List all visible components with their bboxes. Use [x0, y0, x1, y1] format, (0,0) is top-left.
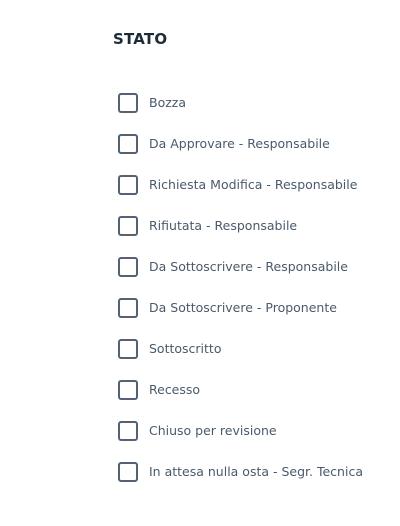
option-label: Recesso — [149, 382, 201, 397]
status-option-da-sottoscrivere-proponente[interactable]: Da Sottoscrivere - Proponente — [118, 287, 363, 328]
status-option-in-attesa-nulla-osta[interactable]: In attesa nulla osta - Segr. Tecnica — [118, 451, 363, 492]
status-option-chiuso-per-revisione[interactable]: Chiuso per revisione — [118, 410, 363, 451]
option-label: Richiesta Modifica - Responsabile — [149, 177, 358, 192]
option-label: Bozza — [149, 95, 187, 110]
status-option-da-approvare-responsabile[interactable]: Da Approvare - Responsabile — [118, 123, 363, 164]
checkbox[interactable] — [118, 461, 138, 482]
checkbox[interactable] — [118, 338, 138, 359]
option-label: Da Sottoscrivere - Proponente — [149, 300, 337, 315]
status-option-bozza[interactable]: Bozza — [118, 82, 363, 123]
option-label: Da Approvare - Responsabile — [149, 136, 330, 151]
option-label: Chiuso per revisione — [149, 423, 277, 438]
checkbox[interactable] — [118, 92, 138, 113]
status-filter-panel: STATO Bozza Da Approvare - Responsabile … — [0, 0, 400, 526]
status-option-da-sottoscrivere-responsabile[interactable]: Da Sottoscrivere - Responsabile — [118, 246, 363, 287]
status-option-list: Bozza Da Approvare - Responsabile Richie… — [118, 82, 363, 492]
checkbox[interactable] — [118, 379, 138, 400]
checkbox[interactable] — [118, 215, 138, 236]
checkbox[interactable] — [118, 133, 138, 154]
checkbox[interactable] — [118, 174, 138, 195]
checkbox[interactable] — [118, 420, 138, 441]
option-label: Rifiutata - Responsabile — [149, 218, 298, 233]
checkbox[interactable] — [118, 256, 138, 277]
option-label: Sottoscritto — [149, 341, 222, 356]
option-label: Da Sottoscrivere - Responsabile — [149, 259, 348, 274]
status-option-rifiutata-responsabile[interactable]: Rifiutata - Responsabile — [118, 205, 363, 246]
filter-title: STATO — [113, 30, 168, 48]
status-option-richiesta-modifica-responsabile[interactable]: Richiesta Modifica - Responsabile — [118, 164, 363, 205]
status-option-recesso[interactable]: Recesso — [118, 369, 363, 410]
checkbox[interactable] — [118, 297, 138, 318]
status-option-sottoscritto[interactable]: Sottoscritto — [118, 328, 363, 369]
option-label: In attesa nulla osta - Segr. Tecnica — [149, 464, 363, 479]
